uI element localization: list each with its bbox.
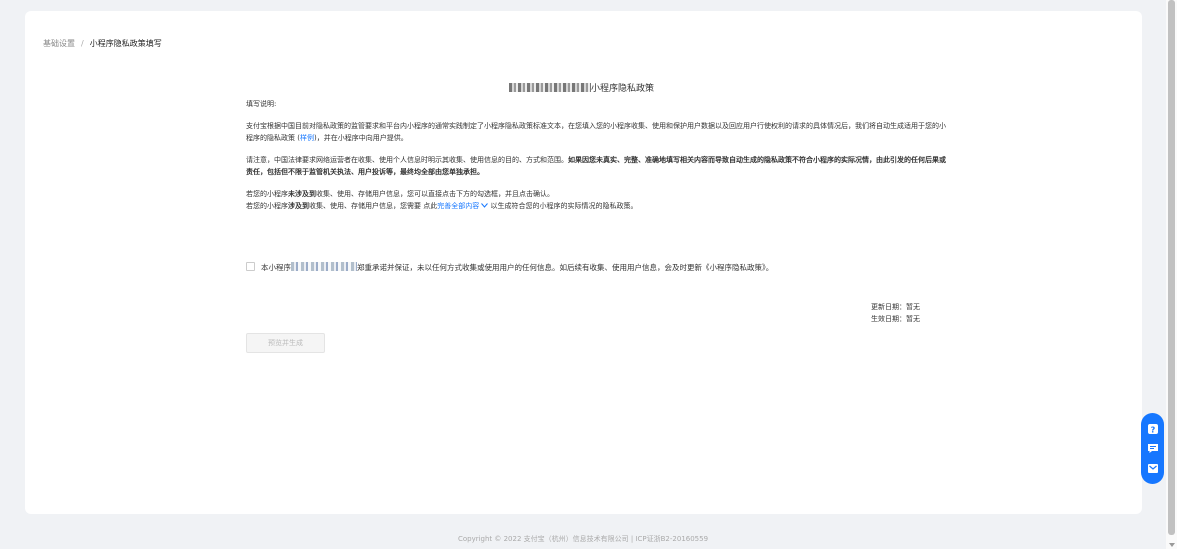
svg-text:?: ?	[1150, 425, 1155, 434]
complete-content-link[interactable]: 完善全部内容	[437, 202, 489, 210]
dates: 更新日期：暂无 生效日期：暂无	[871, 301, 920, 325]
breadcrumb-parent[interactable]: 基础设置	[43, 39, 75, 48]
scroll-down-icon[interactable]	[1169, 543, 1175, 547]
agreement-row[interactable]: 本小程序 郑重承诺并保证，未以任何方式收集或使用用户的任何信息。如后续有收集、使用…	[246, 262, 773, 273]
instructions-heading: 填写说明:	[246, 100, 277, 108]
instructions-p4: 若您的小程序涉及到收集、使用、存储用户信息，您需要 点此完善全部内容 以生成符合…	[246, 202, 638, 210]
instructions-p3: 若您的小程序未涉及到收集、使用、存储用户信息，您可以直接点击下方的勾选框，并且点…	[246, 189, 554, 198]
page-title: 小程序隐私政策	[509, 81, 654, 94]
page-title-text: 小程序隐私政策	[591, 84, 655, 94]
instructions: 填写说明: 支付宝根据中国目前对隐私政策的监管要求和平台内小程序的通常实践制定了…	[246, 98, 946, 213]
scrollbar-thumb[interactable]	[1168, 0, 1175, 535]
updated-date: 更新日期：暂无	[871, 303, 920, 311]
footer: Copyright © 2022 支付宝（杭州）信息技术有限公司 | ICP证浙…	[457, 535, 709, 543]
scrollbar[interactable]	[1166, 0, 1177, 549]
agreement-checkbox[interactable]	[246, 262, 255, 271]
effective-date: 生效日期：暂无	[871, 315, 920, 323]
breadcrumb-current: 小程序隐私政策填写	[89, 39, 162, 48]
breadcrumb: 基础设置 / 小程序隐私政策填写	[43, 38, 162, 49]
breadcrumb-separator: /	[81, 39, 84, 48]
app-name-redacted	[509, 83, 591, 92]
floating-toolbar: ?	[1141, 413, 1164, 484]
feedback-icon[interactable]	[1147, 462, 1159, 474]
instructions-p2: 请注意，中国法律要求网络运营者在收集、使用个人信息时明示其收集、使用信息的目的、…	[246, 155, 946, 177]
preview-generate-button[interactable]: 预览并生成	[246, 333, 325, 353]
chat-icon[interactable]	[1147, 442, 1159, 454]
help-icon[interactable]: ?	[1147, 423, 1159, 435]
main-card: 基础设置 / 小程序隐私政策填写 小程序隐私政策 填写说明: 支付宝根据中国目前对隐…	[25, 11, 1142, 514]
app-name-redacted	[291, 262, 357, 271]
example-link[interactable]: 样例	[300, 134, 314, 142]
instructions-p1: 支付宝根据中国目前对隐私政策的监管要求和平台内小程序的通常实践制定了小程序隐私政…	[246, 121, 946, 143]
